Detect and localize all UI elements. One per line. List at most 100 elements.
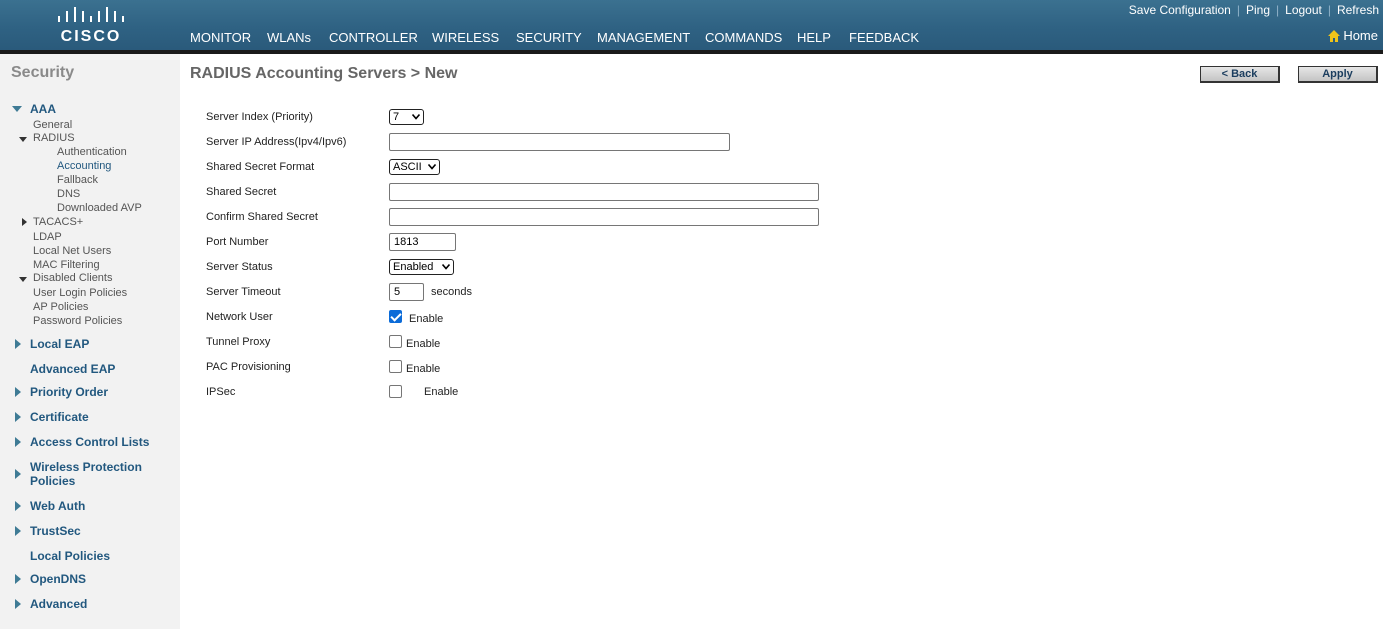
tunnel-proxy-enable-label: Enable: [406, 338, 441, 350]
sidebar: Security: [0, 54, 180, 629]
server-index-label: Server Index (Priority): [206, 111, 313, 123]
sidebar-item-authentication[interactable]: Authentication: [57, 146, 127, 159]
tunnel-proxy-checkbox[interactable]: [389, 335, 402, 348]
sidebar-section-opendns[interactable]: OpenDNS: [30, 572, 86, 586]
home-icon: [1328, 30, 1341, 42]
server-timeout-label: Server Timeout: [206, 286, 281, 298]
nav-wireless[interactable]: WIRELESS: [422, 25, 509, 50]
sidebar-section-priority-order[interactable]: Priority Order: [30, 385, 108, 399]
sidebar-section-wireless-protection-line1[interactable]: Wireless Protection: [30, 460, 142, 474]
ping-link[interactable]: Ping: [1246, 3, 1270, 17]
disabled-clients-collapse-icon[interactable]: [19, 277, 27, 282]
network-user-label: Network User: [206, 311, 273, 323]
sidebar-item-password-policies[interactable]: Password Policies: [33, 315, 122, 328]
sidebar-section-advanced-eap[interactable]: Advanced EAP: [30, 362, 115, 376]
server-index-value: 7: [393, 111, 400, 123]
sidebar-section-web-auth[interactable]: Web Auth: [30, 499, 85, 513]
sidebar-section-aaa[interactable]: AAA: [30, 102, 56, 116]
expand-triangle-icon[interactable]: [15, 412, 21, 422]
network-user-enable-label: Enable: [409, 313, 444, 325]
home-label: Home: [1343, 28, 1378, 43]
apply-button[interactable]: Apply: [1298, 66, 1378, 83]
page-title: RADIUS Accounting Servers > New: [190, 65, 458, 82]
nav-controller[interactable]: CONTROLLER: [319, 25, 428, 50]
server-status-value: Enabled: [393, 261, 434, 273]
sidebar-section-advanced[interactable]: Advanced: [30, 597, 87, 611]
nav-help[interactable]: HELP: [787, 25, 841, 50]
pac-provisioning-label: PAC Provisioning: [206, 361, 291, 373]
sidebar-item-ldap[interactable]: LDAP: [33, 231, 62, 244]
sidebar-item-accounting[interactable]: Accounting: [57, 160, 111, 173]
ipsec-label: IPSec: [206, 386, 236, 398]
expand-triangle-icon[interactable]: [15, 599, 21, 609]
sidebar-item-tacacs[interactable]: TACACS+: [33, 216, 83, 229]
sidebar-section-local-eap[interactable]: Local EAP: [30, 337, 89, 351]
expand-triangle-icon[interactable]: [15, 437, 21, 447]
confirm-shared-secret-input[interactable]: [389, 208, 819, 226]
server-timeout-unit: seconds: [431, 286, 472, 298]
chevron-down-icon: [412, 114, 420, 120]
shared-secret-input[interactable]: [389, 183, 819, 201]
tunnel-proxy-label: Tunnel Proxy: [206, 336, 271, 348]
sidebar-section-certificate[interactable]: Certificate: [30, 410, 89, 424]
port-number-label: Port Number: [206, 236, 269, 248]
sidebar-item-mac-filtering[interactable]: MAC Filtering: [33, 259, 100, 272]
nav-management[interactable]: MANAGEMENT: [587, 25, 700, 50]
server-index-select[interactable]: 7: [389, 109, 424, 125]
server-timeout-input[interactable]: [389, 283, 424, 301]
network-user-checkbox[interactable]: [389, 310, 402, 323]
top-links: Save Configuration | Ping | Logout | Refresh: [1128, 3, 1379, 17]
sidebar-item-disabled-clients[interactable]: Disabled Clients: [33, 272, 112, 285]
shared-secret-label: Shared Secret: [206, 186, 277, 198]
nav-commands[interactable]: COMMANDS: [695, 25, 792, 50]
logout-link[interactable]: Logout: [1285, 3, 1322, 17]
port-number-input[interactable]: [389, 233, 456, 251]
back-button[interactable]: < Back: [1200, 66, 1280, 83]
top-header: CISCO Save Configuration | Ping | Logout | Ref…: [0, 0, 1383, 54]
shared-secret-format-label: Shared Secret Format: [206, 161, 315, 173]
nav-wlans[interactable]: WLANs: [257, 25, 321, 50]
logo-text: CISCO: [60, 28, 122, 45]
confirm-shared-secret-label: Confirm Shared Secret: [206, 211, 318, 223]
sidebar-item-user-login-policies[interactable]: User Login Policies: [33, 287, 127, 300]
sidebar-section-wireless-protection-line2[interactable]: Policies: [30, 474, 75, 488]
expand-triangle-icon[interactable]: [15, 574, 21, 584]
sidebar-item-radius[interactable]: RADIUS: [33, 132, 75, 145]
refresh-link[interactable]: Refresh: [1337, 3, 1379, 17]
pac-provisioning-checkbox[interactable]: [389, 360, 402, 373]
shared-secret-format-select[interactable]: ASCII: [389, 159, 440, 175]
pac-provisioning-enable-label: Enable: [406, 363, 441, 375]
shared-secret-format-value: ASCII: [393, 161, 422, 173]
nav-feedback[interactable]: FEEDBACK: [839, 25, 929, 50]
cisco-bars-icon: [58, 7, 124, 22]
sidebar-item-dns[interactable]: DNS: [57, 188, 80, 201]
nav-monitor[interactable]: MONITOR: [180, 25, 261, 50]
radius-collapse-icon[interactable]: [19, 137, 27, 142]
expand-triangle-icon[interactable]: [15, 387, 21, 397]
sidebar-item-general[interactable]: General: [33, 119, 72, 132]
save-configuration-link[interactable]: Save Configuration: [1129, 3, 1231, 17]
expand-triangle-icon[interactable]: [15, 501, 21, 511]
sidebar-item-downloaded-avp[interactable]: Downloaded AVP: [57, 202, 142, 215]
cisco-logo: CISCO: [55, 6, 127, 48]
sidebar-section-local-policies[interactable]: Local Policies: [30, 549, 110, 563]
server-ip-input[interactable]: [389, 133, 730, 151]
sidebar-item-fallback[interactable]: Fallback: [57, 174, 98, 187]
header-divider: [0, 50, 1383, 54]
expand-triangle-icon[interactable]: [15, 339, 21, 349]
expand-triangle-icon[interactable]: [15, 469, 21, 479]
chevron-down-icon: [428, 164, 436, 170]
sidebar-section-trustsec[interactable]: TrustSec: [30, 524, 81, 538]
sidebar-title: Security: [11, 64, 75, 81]
sidebar-item-local-net-users[interactable]: Local Net Users: [33, 245, 111, 258]
sidebar-section-acl[interactable]: Access Control Lists: [30, 435, 149, 449]
sidebar-item-ap-policies[interactable]: AP Policies: [33, 301, 88, 314]
home-link[interactable]: Home: [1328, 28, 1378, 43]
server-status-select[interactable]: Enabled: [389, 259, 454, 275]
server-status-label: Server Status: [206, 261, 273, 273]
server-ip-label: Server IP Address(Ipv4/Ipv6): [206, 136, 347, 148]
expand-triangle-icon[interactable]: [15, 526, 21, 536]
tacacs-expand-icon[interactable]: [22, 218, 27, 226]
ipsec-checkbox[interactable]: [389, 385, 402, 398]
collapse-triangle-icon[interactable]: [12, 106, 22, 112]
